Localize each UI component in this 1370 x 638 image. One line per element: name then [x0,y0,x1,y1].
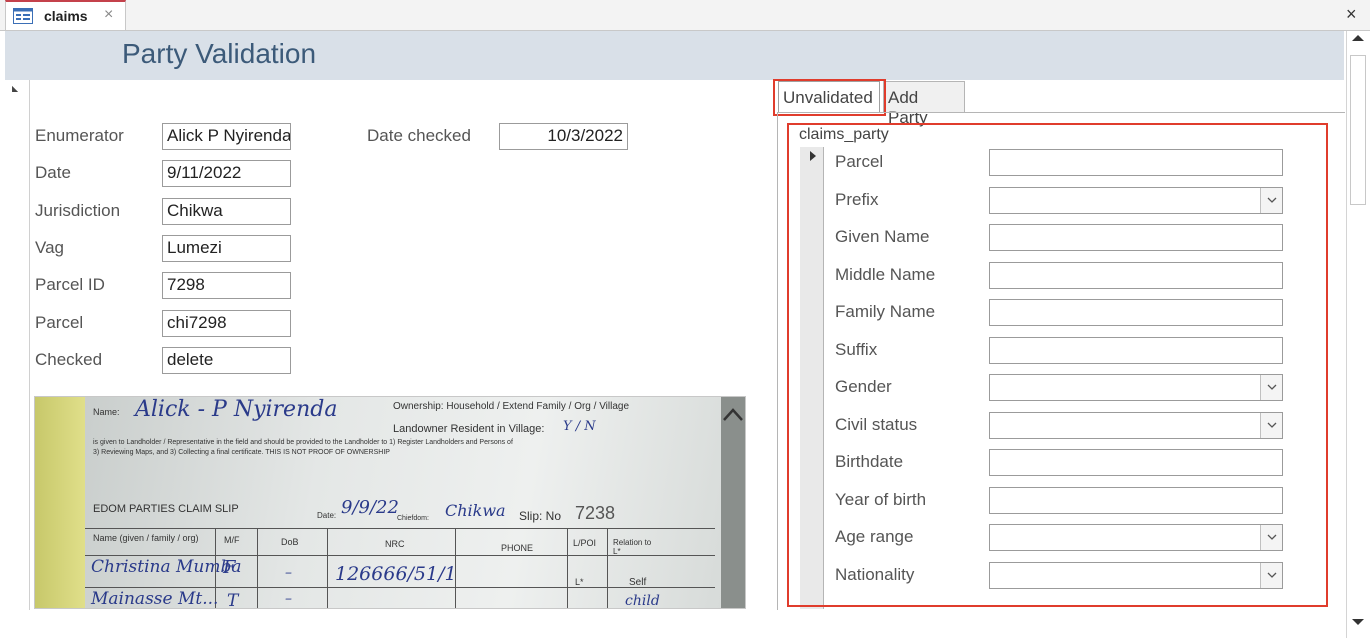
parcel-field[interactable]: chi7298 [162,310,291,337]
scan-row1-lpoi: L* [575,577,584,587]
date-checked-label: Date checked [367,126,471,145]
scan-row1-dob: – [285,565,292,581]
scan-name-handwriting: Alick - P Nyirenda [135,397,338,422]
scan-notice-1: is given to Landholder / Representative … [93,439,513,446]
scan-table-rule [567,528,568,608]
vag-field[interactable]: Lumezi [162,235,291,262]
scan-slip-label: Slip: No [519,509,562,523]
document-tab-claims[interactable]: claims × [5,0,126,30]
scan-slip-title: EDOM PARTIES CLAIM SLIP [93,503,239,515]
parcel-id-field[interactable]: 7298 [162,272,291,299]
enumerator-field[interactable]: Alick P Nyirenda [162,123,291,150]
date-checked-field[interactable]: 10/3/2022 [499,123,628,150]
scan-row1-mf: F [223,557,236,578]
tab-close-icon[interactable]: × [104,6,113,24]
checked-label: Checked [35,350,103,369]
scan-row2-mf: T [227,591,239,609]
enumerator-label: Enumerator [35,126,124,145]
tab-add-party[interactable]: Add Party [883,81,965,127]
subform-highlight-box [787,123,1328,607]
checked-field[interactable]: delete [162,347,291,374]
vag-label: Vag [35,238,64,257]
claim-slip-image: Name: Alick - P Nyirenda Ownership: Hous… [34,396,746,609]
chevron-up-icon[interactable] [722,406,744,422]
jurisdiction-field[interactable]: Chikwa [162,198,291,225]
scroll-up-icon[interactable] [1351,33,1365,43]
scroll-down-icon[interactable] [1351,617,1365,627]
document-tab-strip [0,0,1370,31]
scan-resident-choice: Y / N [563,419,596,434]
scan-notice-2: 3) Reviewing Maps, and 3) Collecting a f… [93,449,390,456]
parcel-label: Parcel [35,313,84,332]
tab-highlight-box [773,79,886,116]
scan-table-rule [607,528,608,608]
jurisdiction-label: Jurisdiction [35,201,121,220]
record-selector[interactable]: ◣ [5,80,30,610]
yellow-paper-strip [35,397,85,608]
scan-col-phone: PHONE [501,543,534,553]
page-title: Party Validation [122,38,317,69]
scan-table-rule [327,528,328,608]
form-icon [13,8,33,24]
scrollbar-thumb[interactable] [1350,55,1366,205]
scan-row2-dob: – [285,591,292,607]
parcel-id-label: Parcel ID [35,275,105,294]
scan-name-label: Name: [93,407,120,417]
scan-col-lpoi: L/POI [573,538,597,548]
scan-table-rule [257,528,258,608]
scan-table-rule [85,587,715,588]
date-field[interactable]: 9/11/2022 [162,160,291,187]
record-selector-icon: ◣ [12,84,19,93]
scan-resident: Landowner Resident in Village: [393,423,545,435]
scan-col-relation: Relation to L* [613,538,652,556]
tab-label: claims [44,8,88,24]
scan-col-name: Name (given / family / org) [93,533,199,543]
scan-chiefdom-label: Chiefdom: [397,515,429,522]
scan-row1-nrc: 126666/51/1 [335,563,457,585]
scan-table-rule [85,528,715,529]
scan-row1-relation: Self [629,577,647,588]
scan-slip-number: 7238 [575,503,616,523]
scan-chiefdom-handwriting: Chikwa [445,501,506,520]
scan-ownership: Ownership: Household / Extend Family / O… [393,401,630,412]
scan-row2-name: Mainasse Mt... [91,589,219,609]
scan-col-mf: M/F [224,535,240,545]
window-close-icon[interactable]: × [1346,4,1357,25]
scan-row2-relation: child [625,593,660,609]
scan-row1-name: Christina Mumba [91,557,242,577]
scan-date-handwriting: 9/9/22 [341,497,399,518]
vertical-scrollbar[interactable] [1346,31,1370,638]
date-label: Date [35,163,71,182]
scan-col-nrc: NRC [385,539,405,549]
scan-col-dob: DoB [281,537,299,547]
scan-date-label: Date: [317,511,337,520]
